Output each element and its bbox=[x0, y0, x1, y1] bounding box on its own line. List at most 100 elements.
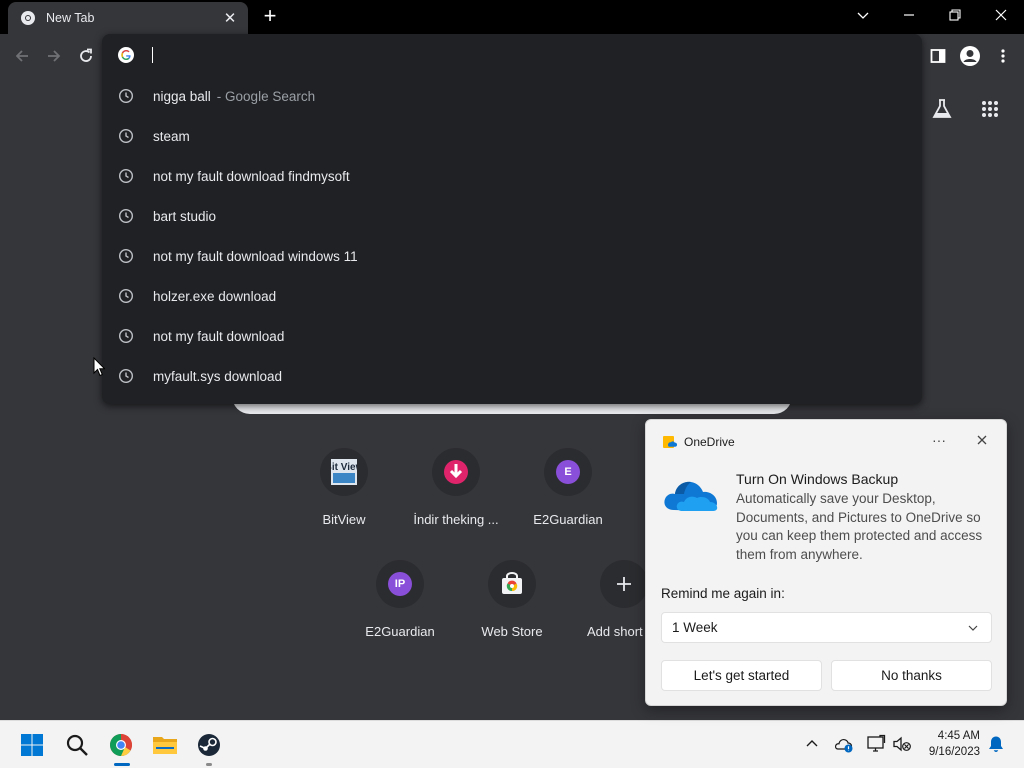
notifications-button[interactable] bbox=[986, 734, 1006, 754]
add-shortcut-button[interactable]: Add short bbox=[568, 560, 648, 639]
forward-button[interactable] bbox=[42, 44, 66, 68]
close-window-button[interactable] bbox=[978, 0, 1024, 30]
google-g-icon bbox=[118, 47, 134, 63]
shortcut-tile[interactable]: Bit View BitView bbox=[288, 448, 400, 527]
suggestion-item[interactable]: not my fault download bbox=[102, 316, 922, 356]
speaker-muted-icon bbox=[893, 736, 911, 752]
suggestion-item[interactable]: steam bbox=[102, 116, 922, 156]
flask-icon bbox=[932, 99, 952, 118]
suggestion-text: not my fault download bbox=[153, 328, 285, 344]
lets-get-started-button[interactable]: Let's get started bbox=[661, 660, 822, 691]
chrome-icon bbox=[21, 11, 35, 25]
bitview-logo-text: Bit View bbox=[331, 462, 357, 473]
plus-icon bbox=[617, 577, 631, 591]
taskbar-steam[interactable] bbox=[195, 731, 223, 759]
tab-search-button[interactable] bbox=[840, 0, 886, 30]
new-tab-button[interactable]: + bbox=[258, 5, 282, 29]
search-icon bbox=[66, 734, 88, 756]
remind-select[interactable]: 1 Week bbox=[661, 612, 992, 643]
more-options-button[interactable]: ··· bbox=[932, 432, 946, 448]
history-clock-icon bbox=[118, 328, 134, 344]
taskbar-file-explorer[interactable] bbox=[151, 731, 179, 759]
shortcut-icon-wrap bbox=[432, 448, 480, 496]
suggestion-text: not my fault download windows 11 bbox=[153, 248, 358, 264]
start-button[interactable] bbox=[18, 731, 46, 759]
suggestion-item[interactable]: holzer.exe download bbox=[102, 276, 922, 316]
close-tab-icon[interactable]: ✕ bbox=[222, 10, 238, 27]
webstore-icon bbox=[502, 572, 522, 594]
letter-avatar-icon: IP bbox=[388, 572, 412, 596]
taskbar-clock[interactable]: 4:45 AM 9/16/2023 bbox=[910, 728, 980, 760]
shortcut-label: BitView bbox=[322, 512, 366, 527]
text-caret bbox=[152, 47, 153, 63]
remind-label: Remind me again in: bbox=[661, 586, 785, 601]
labs-button[interactable] bbox=[930, 97, 954, 121]
avatar-icon bbox=[960, 46, 980, 66]
chevron-down-icon bbox=[968, 625, 978, 631]
history-clock-icon bbox=[118, 88, 134, 104]
suggestion-text: bart studio bbox=[153, 208, 217, 224]
no-thanks-button[interactable]: No thanks bbox=[831, 660, 992, 691]
shortcut-label: Add short bbox=[587, 624, 643, 639]
shortcut-tile[interactable]: Web Store bbox=[456, 560, 568, 639]
search-button[interactable] bbox=[63, 731, 91, 759]
omnibox[interactable] bbox=[102, 34, 922, 76]
taskbar-chrome[interactable] bbox=[107, 731, 135, 759]
show-hidden-icons-button[interactable] bbox=[802, 734, 822, 754]
onedrive-body: Automatically save your Desktop, Documen… bbox=[736, 491, 983, 562]
shortcut-tile[interactable]: IP E2Guardian bbox=[344, 560, 456, 639]
google-apps-button[interactable] bbox=[978, 97, 1002, 121]
back-button[interactable] bbox=[10, 44, 34, 68]
close-icon[interactable] bbox=[974, 432, 990, 448]
shortcut-icon-wrap bbox=[488, 560, 536, 608]
suggestion-item[interactable]: myfault.sys download bbox=[102, 356, 922, 396]
onedrive-title: Turn On Windows Backup bbox=[736, 471, 899, 487]
shortcut-icon-wrap: IP bbox=[376, 560, 424, 608]
suggestion-item[interactable]: not my fault download windows 11 bbox=[102, 236, 922, 276]
steam-icon bbox=[198, 734, 220, 756]
bitview-logo-icon: Bit View bbox=[331, 459, 357, 485]
network-button[interactable] bbox=[866, 734, 886, 754]
remind-select-value: 1 Week bbox=[672, 620, 718, 635]
close-icon bbox=[995, 9, 1007, 21]
suggestion-item[interactable]: bart studio bbox=[102, 196, 922, 236]
side-panel-icon bbox=[930, 49, 946, 63]
suggestion-item[interactable]: not my fault download findmysoft bbox=[102, 156, 922, 196]
profile-button[interactable] bbox=[958, 44, 982, 68]
shortcut-label: E2Guardian bbox=[365, 624, 435, 639]
shortcut-icon-wrap bbox=[600, 560, 648, 608]
onedrive-app-name: OneDrive bbox=[684, 435, 735, 449]
side-panel-button[interactable] bbox=[926, 44, 950, 68]
onedrive-icon bbox=[663, 436, 678, 448]
clock-date: 9/16/2023 bbox=[928, 746, 980, 758]
suggestion-suffix: - Google Search bbox=[216, 88, 316, 104]
network-icon bbox=[867, 734, 886, 752]
reload-button[interactable] bbox=[74, 44, 98, 68]
omnibox-input[interactable] bbox=[152, 47, 852, 63]
history-clock-icon bbox=[118, 248, 134, 264]
more-vertical-icon bbox=[1001, 49, 1005, 63]
tab-title: New Tab bbox=[46, 11, 95, 25]
letter-avatar-icon: E bbox=[556, 460, 580, 484]
shortcut-tile[interactable]: E E2Guardian bbox=[512, 448, 624, 527]
suggestion-text: myfault.sys download bbox=[153, 368, 283, 384]
menu-button[interactable] bbox=[991, 44, 1015, 68]
onedrive-tray-button[interactable] bbox=[834, 734, 854, 754]
onedrive-status-icon bbox=[834, 739, 853, 753]
shortcut-icon-wrap: E bbox=[544, 448, 592, 496]
suggestion-text: holzer.exe download bbox=[153, 288, 277, 304]
suggestion-list: nigga ball - Google Search steam not my … bbox=[102, 76, 922, 396]
volume-button[interactable] bbox=[892, 734, 912, 754]
shortcut-label: Web Store bbox=[481, 624, 543, 639]
suggestion-item[interactable]: nigga ball - Google Search bbox=[102, 76, 922, 116]
shortcut-tile[interactable]: İndir theking ... bbox=[400, 448, 512, 527]
minimize-icon bbox=[904, 14, 914, 16]
minimize-button[interactable] bbox=[886, 0, 932, 30]
restore-icon bbox=[949, 9, 961, 21]
tab-new-tab[interactable]: New Tab ✕ bbox=[8, 2, 248, 34]
reload-icon bbox=[80, 48, 92, 62]
running-app-indicator bbox=[206, 763, 212, 766]
restore-button[interactable] bbox=[932, 0, 978, 30]
windows-logo-icon bbox=[21, 734, 43, 756]
bell-icon bbox=[989, 736, 1003, 752]
